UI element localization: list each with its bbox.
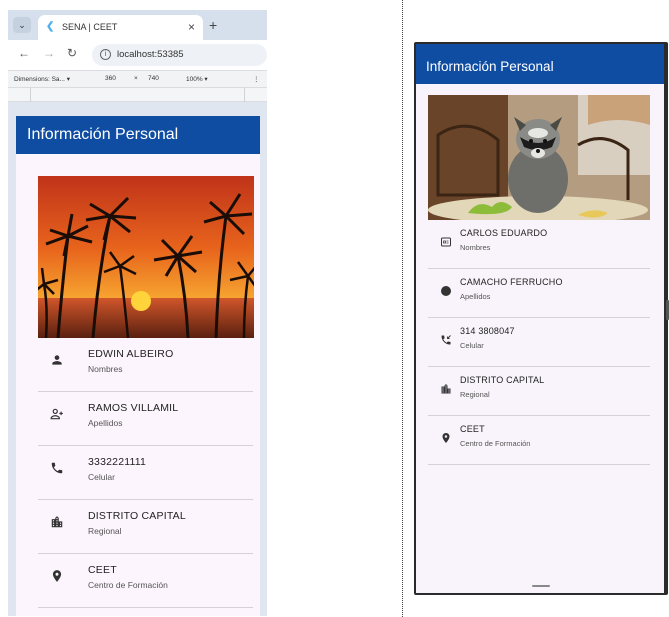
height-input[interactable]: 740 [148, 75, 159, 82]
app-bar: Información Personal [16, 116, 260, 154]
device-select[interactable]: Dimensions: Sa... ▾ [14, 75, 70, 83]
phone-screen: Información Personal CARLOS EDUARDO Nomb… [416, 44, 664, 593]
sunset-palms-image [38, 176, 254, 338]
profile-card: EDWIN ALBEIRO Nombres RAMOS VILLAMIL Ape… [23, 164, 255, 616]
person-add-icon [50, 407, 64, 421]
page-title: Información Personal [426, 59, 554, 74]
raccoon-image [428, 95, 650, 220]
list-item-nombres: EDWIN ALBEIRO Nombres [38, 338, 253, 392]
location-city-icon [440, 382, 452, 394]
item-value: RAMOS VILLAMIL [88, 402, 179, 414]
item-label: Nombres [460, 243, 491, 252]
person-icon [50, 353, 64, 367]
times-sign: × [134, 75, 138, 82]
list-item-apellidos: RAMOS VILLAMIL Apellidos [38, 392, 253, 446]
tab-search-button[interactable]: ⌄ [13, 17, 31, 33]
app-bar: Información Personal [416, 44, 664, 84]
url-text: localhost:53385 [117, 49, 184, 60]
forward-arrow-icon[interactable]: → [43, 46, 55, 60]
gesture-nav-pill[interactable] [532, 585, 550, 587]
close-icon[interactable]: × [188, 20, 195, 34]
back-arrow-icon[interactable]: ← [18, 46, 30, 60]
reload-icon[interactable]: ↻ [67, 46, 77, 60]
circle-icon [440, 284, 452, 296]
list-item-centro: CEET Centro de Formación [428, 416, 650, 465]
phone-icon [50, 461, 64, 475]
item-value: CARLOS EDUARDO [460, 228, 548, 238]
browser-toolbar: ← → ↻ i localhost:53385 [8, 40, 267, 70]
list-item-regional: DISTRITO CAPITAL Regional [38, 500, 253, 554]
item-value: CEET [460, 424, 485, 434]
badge-icon [440, 235, 452, 247]
info-icon[interactable]: i [100, 49, 111, 60]
tab-strip: ⌄ ❮ SENA | CEET × + [8, 10, 267, 40]
item-value: EDWIN ALBEIRO [88, 348, 174, 360]
item-value: CAMACHO FERRUCHO [460, 277, 563, 287]
list-item-centro: CEET Centro de Formación [38, 554, 253, 608]
list-item-regional: DISTRITO CAPITAL Regional [428, 367, 650, 416]
item-label: Apellidos [88, 418, 123, 428]
item-label: Celular [88, 472, 115, 482]
item-label: Regional [88, 526, 122, 536]
location-city-icon [50, 515, 64, 529]
item-value: 314 3808047 [460, 326, 515, 336]
item-label: Regional [460, 390, 490, 399]
list-item-celular: 314 3808047 Celular [428, 318, 650, 367]
phone-callback-icon [440, 333, 452, 345]
item-label: Celular [460, 341, 484, 350]
item-value: 3332221111 [88, 456, 147, 468]
page-title: Información Personal [27, 126, 179, 143]
device-ruler [8, 88, 267, 102]
item-value: DISTRITO CAPITAL [460, 375, 545, 385]
item-label: Centro de Formación [88, 580, 168, 590]
location-pin-icon [50, 569, 64, 583]
more-vert-icon[interactable]: ⋮ [253, 75, 260, 83]
item-label: Centro de Formación [460, 439, 531, 448]
zoom-select[interactable]: 100% ▾ [186, 75, 208, 83]
divider [402, 0, 403, 617]
flutter-icon: ❮ [46, 21, 55, 32]
address-bar[interactable]: i localhost:53385 [92, 44, 267, 66]
device-toolbar: Dimensions: Sa... ▾ 360 × 740 100% ▾ ⋮ [8, 70, 267, 88]
item-value: CEET [88, 564, 117, 576]
tab-title: SENA | CEET [62, 22, 118, 32]
list-item-celular: 3332221111 Celular [38, 446, 253, 500]
new-tab-button[interactable]: + [209, 17, 217, 33]
item-label: Nombres [88, 364, 123, 374]
item-value: DISTRITO CAPITAL [88, 510, 186, 522]
list-item-apellidos: CAMACHO FERRUCHO Apellidos [428, 269, 650, 318]
web-viewport: Información Personal EDWIN ALBEIRO Nombr… [16, 116, 260, 616]
width-input[interactable]: 360 [105, 75, 116, 82]
location-pin-icon [440, 431, 452, 443]
android-emulator: Información Personal CARLOS EDUARDO Nomb… [414, 42, 668, 595]
item-label: Apellidos [460, 292, 491, 301]
browser-window: ⌄ ❮ SENA | CEET × + ← → ↻ i localhost:53… [8, 10, 267, 616]
list-item-nombres: CARLOS EDUARDO Nombres [428, 220, 650, 269]
browser-tab[interactable]: ❮ SENA | CEET × [38, 15, 203, 40]
